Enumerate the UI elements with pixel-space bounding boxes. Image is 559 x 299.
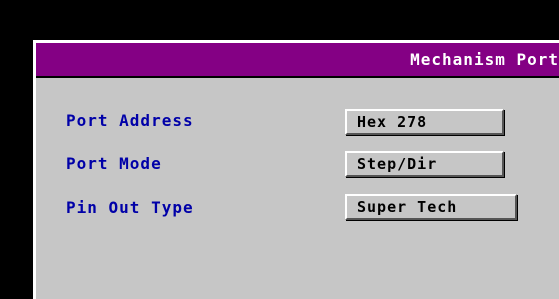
port-address-button[interactable]: Hex 278 [345,109,504,135]
pin-out-type-button[interactable]: Super Tech [345,194,517,220]
port-mode-button[interactable]: Step/Dir [345,151,504,177]
mechanism-port-dialog: Mechanism Port Port Address Hex 278 Port… [33,40,559,299]
port-address-label: Port Address [66,111,194,130]
port-mode-label: Port Mode [66,154,162,173]
title-bar: Mechanism Port [36,43,559,78]
pin-out-type-label: Pin Out Type [66,198,194,217]
dialog-title: Mechanism Port [410,50,559,69]
screen: Mechanism Port Port Address Hex 278 Port… [0,0,559,299]
